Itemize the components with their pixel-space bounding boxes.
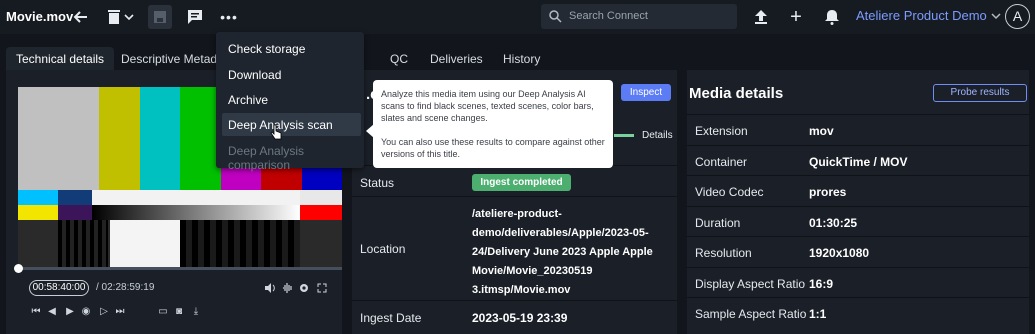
ingest-date-label: Ingest Date bbox=[360, 311, 422, 325]
search-input-placeholder: Search Connect bbox=[569, 10, 648, 22]
step-back-icon[interactable]: ◀ bbox=[46, 305, 58, 317]
location-line: 3.itmsp/Movie.mov bbox=[472, 284, 571, 296]
back-arrow-icon[interactable] bbox=[70, 6, 92, 28]
comment-icon[interactable] bbox=[184, 6, 206, 28]
detail-value: 1:1 bbox=[809, 307, 827, 321]
fullscreen-icon[interactable] bbox=[316, 281, 328, 295]
tooltip-text-1: Analyze this media item using our Deep A… bbox=[381, 89, 594, 123]
bar-green bbox=[180, 87, 221, 190]
detail-label: Resolution bbox=[695, 246, 752, 260]
more-options-icon[interactable]: ••• bbox=[218, 6, 240, 28]
location-line: 24/Delivery June 2023 Apple Apple bbox=[472, 246, 653, 258]
org-name: Ateliere Product Demo bbox=[856, 8, 987, 23]
color-bars-bottom bbox=[18, 220, 342, 267]
bar-gray-2 bbox=[58, 87, 99, 190]
detail-label: Video Codec bbox=[695, 185, 764, 199]
detail-value: 16:9 bbox=[809, 276, 834, 291]
row-divider bbox=[687, 114, 1029, 115]
menu-item-deep-analysis-comparison: Deep Analysis comparison bbox=[228, 144, 305, 172]
status-label: Status bbox=[360, 176, 395, 190]
probe-results-button[interactable]: Probe results bbox=[933, 84, 1027, 102]
details-label: Details bbox=[642, 130, 673, 141]
row-divider bbox=[687, 266, 1029, 268]
tooltip-text-2: You can also use these results to compar… bbox=[381, 137, 605, 159]
total-time: / 02:28:59:19 bbox=[96, 282, 155, 293]
top-bar: Movie.mov ••• Search Connect + Ateliere … bbox=[0, 0, 1035, 34]
detail-label: Container bbox=[695, 154, 748, 169]
media-details-title: Media details bbox=[689, 85, 784, 102]
download-frame-icon[interactable]: ⤓ bbox=[189, 305, 203, 317]
subtitles-icon[interactable]: ▭ bbox=[156, 305, 170, 317]
location-value: /ateliere-product- demo/deliverables/App… bbox=[472, 205, 672, 300]
detail-value: QuickTime / MOV bbox=[809, 154, 908, 169]
menu-item-deep-analysis-scan[interactable]: Deep Analysis scan bbox=[222, 113, 361, 136]
volume-icon[interactable] bbox=[264, 281, 276, 295]
search-box[interactable]: Search Connect bbox=[541, 4, 737, 29]
loop-play-icon[interactable]: ◉ bbox=[80, 305, 92, 317]
play-icon[interactable]: ▶ bbox=[64, 305, 76, 317]
row-divider bbox=[352, 196, 677, 197]
skip-start-icon[interactable]: ⏮ bbox=[30, 305, 42, 317]
step-forward-icon[interactable]: ▷ bbox=[98, 305, 110, 317]
more-options-menu: Check storage Download Archive Deep Anal… bbox=[216, 32, 364, 172]
row-divider bbox=[687, 236, 1029, 237]
location-line: Movie/Movie_20230519 bbox=[472, 265, 593, 277]
save-icon[interactable] bbox=[148, 5, 172, 29]
search-icon bbox=[549, 10, 562, 23]
location-line: demo/deliverables/Apple/2023-05- bbox=[472, 227, 649, 239]
notification-bell-icon[interactable] bbox=[821, 6, 843, 28]
tab-technical-details[interactable]: Technical details bbox=[6, 47, 115, 71]
bar-gray-1 bbox=[18, 87, 59, 190]
row-divider bbox=[687, 175, 1029, 176]
chevron-down-icon bbox=[991, 12, 1001, 19]
detail-value: prores bbox=[809, 185, 847, 199]
tab-deliveries[interactable]: Deliveries bbox=[420, 47, 493, 71]
menu-item-archive[interactable]: Archive bbox=[222, 88, 361, 111]
ingest-date-value: 2023-05-19 23:39 bbox=[472, 311, 568, 325]
menu-item-check-storage[interactable]: Check storage bbox=[222, 37, 361, 60]
bar-yellow bbox=[99, 87, 140, 190]
current-time[interactable]: 00:58:40:00 bbox=[29, 280, 89, 296]
progress-handle[interactable] bbox=[14, 264, 23, 273]
status-badge: Ingest completed bbox=[472, 174, 571, 191]
row-divider bbox=[352, 300, 677, 301]
menu-item-download[interactable]: Download bbox=[222, 63, 361, 86]
row-divider bbox=[687, 297, 1029, 298]
delete-dropdown-button[interactable] bbox=[106, 6, 136, 28]
location-line: /ateliere-product- bbox=[472, 208, 562, 220]
tab-qc[interactable]: QC bbox=[380, 47, 418, 71]
detail-label: Sample Aspect Ratio bbox=[695, 307, 807, 321]
add-icon[interactable]: + bbox=[785, 6, 807, 28]
inspect-button[interactable]: Inspect bbox=[621, 84, 671, 101]
detail-label: Duration bbox=[695, 215, 741, 230]
details-progress-line bbox=[614, 134, 634, 137]
row-divider bbox=[687, 144, 1029, 146]
media-details-pane: Media details Probe results Extension mov… bbox=[687, 70, 1029, 334]
row-divider bbox=[687, 205, 1029, 207]
avatar[interactable]: A bbox=[1005, 4, 1030, 29]
detail-value: 01:30:25 bbox=[809, 215, 858, 230]
detail-value: 1920x1080 bbox=[809, 246, 870, 260]
skip-end-icon[interactable]: ⏭ bbox=[114, 305, 126, 317]
org-switcher[interactable]: Ateliere Product Demo bbox=[856, 8, 1001, 23]
progress-track[interactable] bbox=[18, 267, 342, 270]
color-bars-mid bbox=[18, 190, 342, 220]
deep-analysis-tooltip: Analyze this media item using our Deep A… bbox=[373, 80, 613, 168]
detail-value: mov bbox=[809, 124, 834, 138]
upload-icon[interactable] bbox=[750, 6, 772, 28]
mouse-cursor-icon bbox=[270, 124, 282, 145]
location-label: Location bbox=[360, 242, 406, 256]
detail-label: Display Aspect Ratio bbox=[695, 276, 806, 291]
detail-label: Extension bbox=[695, 124, 748, 138]
media-title: Movie.mov bbox=[6, 9, 74, 24]
tab-history[interactable]: History bbox=[493, 47, 550, 71]
camera-icon[interactable]: ◙ bbox=[172, 305, 186, 317]
settings-gear-icon[interactable] bbox=[298, 281, 310, 295]
waveform-icon[interactable] bbox=[282, 281, 294, 295]
bar-cyan bbox=[139, 87, 180, 190]
